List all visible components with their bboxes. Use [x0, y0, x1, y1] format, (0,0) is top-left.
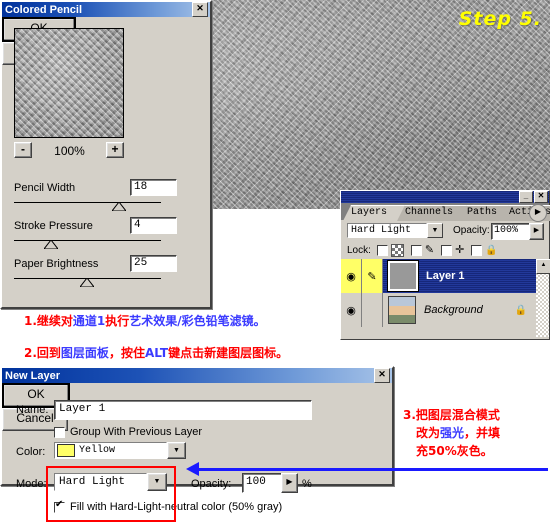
annotation-step1-part1: 1.继续对	[24, 314, 73, 328]
filter-preview-thumbnail	[14, 28, 124, 138]
percent-sign: %	[302, 478, 312, 490]
brush-slot[interactable]	[362, 293, 383, 327]
chevron-down-icon: ▼	[427, 223, 443, 238]
annotation-step3-line1: 3.把图层混合模式	[403, 408, 500, 422]
brush-icon[interactable]: ✎	[362, 259, 383, 293]
scroll-up-icon[interactable]: ▲	[536, 259, 550, 274]
pencil-width-label: Pencil Width	[14, 182, 76, 194]
minimize-icon[interactable]: _	[519, 191, 533, 203]
colored-pencil-titlebar: Colored Pencil ✕	[2, 2, 210, 17]
stroke-pressure-label: Stroke Pressure	[14, 220, 93, 232]
color-value: Yellow	[79, 445, 116, 456]
annotation-step3-line2-part1: 改为	[416, 426, 441, 440]
group-with-previous-row[interactable]: Group With Previous Layer	[54, 426, 202, 438]
layer-name: Layer 1	[426, 270, 465, 282]
layer-thumbnail[interactable]	[387, 260, 419, 292]
group-with-previous-checkbox[interactable]	[54, 426, 65, 438]
lock-all-toggle[interactable]: 🔒	[471, 244, 498, 256]
mode-label: Mode:	[16, 478, 47, 490]
color-swatch	[57, 444, 75, 457]
paper-brightness-value[interactable]: 25	[130, 255, 177, 272]
layers-palette: _ ✕ Layers Channels Paths Actions ▶ Hard…	[340, 190, 550, 340]
brush-icon: ✎	[424, 243, 435, 256]
opacity-input[interactable]: 100	[242, 473, 283, 493]
close-icon[interactable]: ✕	[192, 2, 208, 17]
annotation-step2-part4: ALT	[144, 346, 169, 360]
annotation-step1-part2: 通道1	[72, 314, 106, 328]
blend-mode-select[interactable]: Hard Light ▼	[347, 223, 443, 238]
lock-image-toggle[interactable]: ✎	[410, 243, 435, 256]
checkerboard-icon	[390, 243, 404, 257]
pencil-width-value[interactable]: 18	[130, 179, 177, 196]
pencil-width-track[interactable]	[14, 202, 161, 203]
paper-brightness-thumb[interactable]	[80, 278, 94, 287]
stroke-pressure-thumb[interactable]	[44, 240, 58, 249]
layer-thumbnail[interactable]	[388, 296, 416, 324]
palette-tab-bar: Layers Channels Paths Actions ▶	[341, 203, 550, 222]
mode-fill-highlight	[46, 466, 176, 522]
zoom-in-button[interactable]: +	[106, 142, 124, 158]
eye-icon[interactable]: ◉	[341, 293, 362, 327]
annotation-step3-line2-part2: 强光	[440, 426, 465, 440]
paper-brightness-label: Paper Brightness	[14, 258, 99, 270]
annotation-step3-line3: 充50%灰色。	[416, 444, 493, 458]
colored-pencil-dialog: Colored Pencil ✕ - 100% + Pencil Width 1…	[0, 0, 212, 309]
name-label: Name:	[16, 404, 49, 416]
annotation-step2-part5: 键点击新建图层图标。	[168, 346, 289, 360]
annotation-step3-line2: 改为强光，并填	[416, 424, 500, 441]
pointer-arrow-line	[196, 468, 548, 471]
opacity-stepper-icon[interactable]: ▶	[281, 473, 298, 493]
move-icon: ✛	[455, 243, 465, 256]
eye-icon[interactable]: ◉	[341, 259, 362, 293]
lock-position-toggle[interactable]: ✛	[441, 243, 465, 256]
layers-scrollbar[interactable]: ▲	[536, 259, 550, 337]
color-label: Color:	[16, 446, 46, 458]
close-icon[interactable]: ✕	[374, 368, 390, 383]
annotation-step3-line2-part3: ，并填	[464, 426, 501, 440]
lock-image-checkbox[interactable]	[410, 244, 422, 256]
blend-mode-row: Hard Light ▼ Opacity: 100% ▶	[341, 220, 549, 240]
opacity-label: Opacity:	[453, 225, 490, 236]
new-layer-titlebar: New Layer ✕	[2, 368, 392, 383]
annotation-step1-part4: 艺术效果/彩色铅笔滤镜。	[129, 314, 266, 328]
group-with-previous-label: Group With Previous Layer	[70, 426, 203, 438]
opacity-stepper-icon[interactable]: ▶	[529, 223, 544, 240]
chevron-down-icon[interactable]: ▼	[167, 442, 186, 459]
layer-row[interactable]: ◉ ✎ Layer 1	[341, 259, 549, 293]
layer-name-input[interactable]: Layer 1	[54, 400, 312, 420]
lock-all-checkbox[interactable]	[471, 244, 483, 256]
lock-transparent-toggle[interactable]	[376, 243, 404, 257]
pointer-arrow-head	[186, 462, 199, 476]
stroke-pressure-value[interactable]: 4	[130, 217, 177, 234]
lock-position-checkbox[interactable]	[441, 244, 453, 256]
zoom-level-label: 100%	[54, 144, 85, 158]
lock-label: Lock:	[347, 244, 371, 256]
colored-pencil-title: Colored Pencil	[5, 3, 83, 16]
annotation-step1-part3: 执行	[105, 314, 130, 328]
stroke-pressure-track[interactable]	[14, 240, 161, 241]
annotation-step2-part2: 图层面板	[60, 346, 109, 360]
opacity-label: Opacity:	[191, 478, 232, 490]
step-badge: Step 5.	[458, 8, 542, 30]
layer-row[interactable]: ◉ Background 🔒	[341, 293, 549, 327]
color-select[interactable]: Yellow ▼	[54, 442, 186, 459]
lock-row: Lock: ✎ ✛ 🔒	[341, 241, 550, 259]
annotation-step2: 2.回到图层面板，按住ALT键点击新建图层图标。	[24, 344, 288, 361]
zoom-out-button[interactable]: -	[14, 142, 32, 158]
blend-mode-value: Hard Light	[347, 223, 427, 238]
close-icon[interactable]: ✕	[534, 191, 548, 203]
lock-icon: 🔒	[485, 244, 498, 256]
annotation-step1: 1.继续对通道1执行艺术效果/彩色铅笔滤镜。	[24, 312, 266, 329]
lock-icon: 🔒	[514, 304, 527, 316]
annotation-step2-part1: 2.回到	[24, 346, 61, 360]
new-layer-title: New Layer	[5, 369, 61, 382]
annotation-step2-part3: ，按住	[108, 346, 145, 360]
pencil-width-thumb[interactable]	[112, 202, 126, 211]
opacity-input[interactable]: 100%	[491, 223, 531, 240]
layers-palette-titlebar: _ ✕	[341, 191, 549, 203]
lock-transparent-checkbox[interactable]	[376, 244, 388, 256]
layer-name: Background	[424, 304, 483, 316]
